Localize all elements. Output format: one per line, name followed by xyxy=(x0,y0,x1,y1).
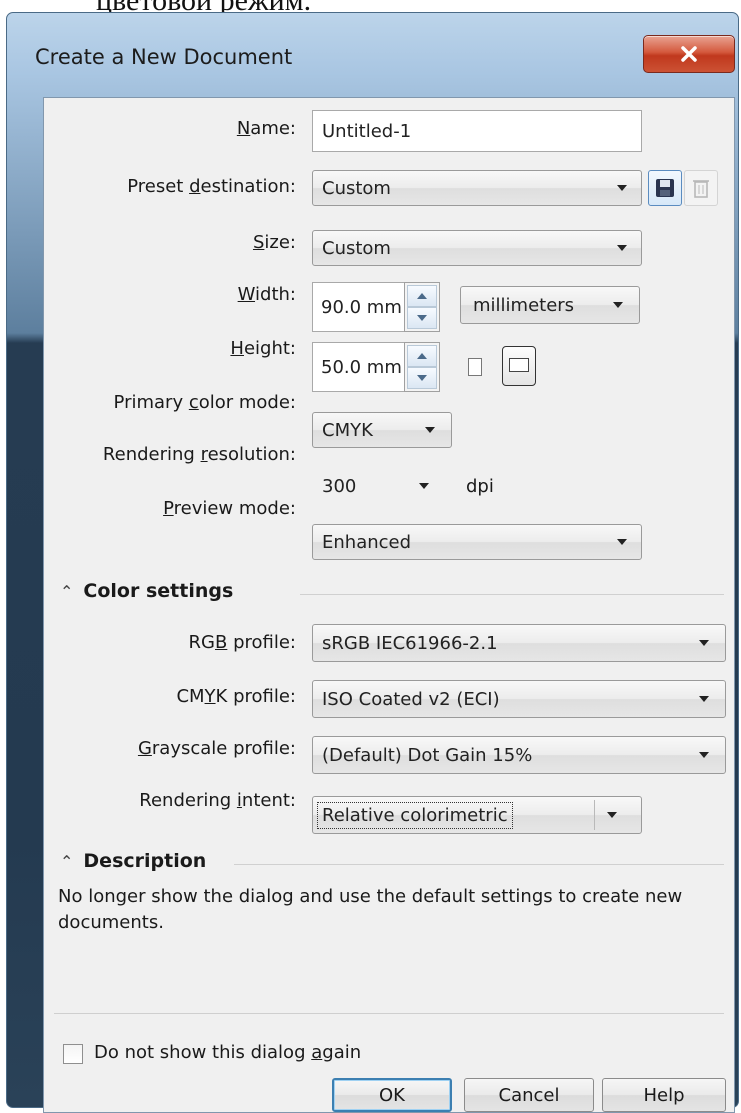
width-increment-button[interactable] xyxy=(407,285,437,307)
description-text: No longer show the dialog and use the de… xyxy=(58,886,683,933)
size-label: Size: xyxy=(252,232,296,253)
preview-mode-label: Preview mode: xyxy=(163,498,296,519)
ok-button[interactable]: OK xyxy=(332,1078,452,1112)
height-stepper[interactable] xyxy=(404,342,440,392)
cancel-button[interactable]: Cancel xyxy=(464,1078,594,1112)
chevron-down-icon xyxy=(617,539,627,545)
width-decrement-button[interactable] xyxy=(407,307,437,329)
grayscale-profile-label: Grayscale profile: xyxy=(137,738,296,759)
chevron-down-icon xyxy=(607,812,617,818)
save-preset-button[interactable] xyxy=(648,170,682,206)
rendering-resolution-label: Rendering resolution: xyxy=(102,444,296,465)
section-divider xyxy=(234,864,724,865)
description-header[interactable]: ⌃ Description xyxy=(60,850,206,872)
dpi-unit-label: dpi xyxy=(466,476,494,497)
height-increment-button[interactable] xyxy=(407,345,437,367)
close-button[interactable] xyxy=(643,35,735,73)
grayscale-profile-dropdown[interactable]: (Default) Dot Gain 15% xyxy=(312,736,726,774)
primary-color-mode-label: Primary color mode: xyxy=(113,392,296,413)
dont-show-again-label[interactable]: Do not show this dialog again xyxy=(94,1042,361,1063)
chevron-down-icon xyxy=(613,302,623,308)
help-button[interactable]: Help xyxy=(602,1078,726,1112)
landscape-icon xyxy=(509,358,529,372)
chevron-down-icon xyxy=(617,185,627,191)
chevron-down-icon xyxy=(419,483,429,489)
width-input[interactable]: 90.0 mm xyxy=(312,282,408,332)
dialog-body: Name: Untitled-1 Preset destination: Cus… xyxy=(43,97,735,1113)
section-divider xyxy=(300,594,724,595)
collapse-chevron-icon: ⌃ xyxy=(60,582,74,601)
dropdown-divider xyxy=(594,800,595,830)
portrait-button[interactable] xyxy=(468,358,482,376)
dialog-window: Create a New Document Name: Untitled-1 P… xyxy=(6,12,739,1113)
footer-separator xyxy=(54,1013,724,1014)
preset-destination-label: Preset destination: xyxy=(127,176,296,197)
arrow-up-icon xyxy=(417,293,427,299)
chevron-down-icon xyxy=(617,245,627,251)
cmyk-profile-dropdown[interactable]: ISO Coated v2 (ECI) xyxy=(312,680,726,718)
arrow-down-icon xyxy=(417,315,427,321)
size-dropdown[interactable]: Custom xyxy=(312,230,642,266)
save-icon xyxy=(656,179,674,197)
close-icon xyxy=(681,46,697,62)
preview-mode-dropdown[interactable]: Enhanced xyxy=(312,524,642,560)
rgb-profile-label: RGB profile: xyxy=(188,632,296,653)
color-mode-dropdown[interactable]: CMYK xyxy=(312,412,452,448)
rendering-intent-label: Rendering intent: xyxy=(139,790,296,811)
delete-icon xyxy=(693,180,709,198)
chevron-down-icon xyxy=(699,696,709,702)
name-label: Name: xyxy=(236,118,296,139)
chevron-down-icon xyxy=(699,640,709,646)
chevron-down-icon xyxy=(699,752,709,758)
resolution-dropdown[interactable]: 300 xyxy=(312,468,452,504)
height-label: Height: xyxy=(230,338,296,359)
arrow-up-icon xyxy=(417,353,427,359)
preset-destination-dropdown[interactable]: Custom xyxy=(312,170,642,206)
rgb-profile-dropdown[interactable]: sRGB IEC61966-2.1 xyxy=(312,624,726,662)
landscape-button[interactable] xyxy=(502,346,536,386)
dont-show-again-checkbox[interactable] xyxy=(63,1044,83,1064)
height-input[interactable]: 50.0 mm xyxy=(312,342,408,392)
name-input[interactable]: Untitled-1 xyxy=(312,110,642,152)
dialog-title: Create a New Document xyxy=(35,45,293,69)
color-settings-header[interactable]: ⌃ Color settings xyxy=(60,580,233,602)
rendering-intent-dropdown[interactable]: Relative colorimetric xyxy=(312,796,642,834)
units-dropdown[interactable]: millimeters xyxy=(460,286,640,324)
arrow-down-icon xyxy=(417,375,427,381)
width-stepper[interactable] xyxy=(404,282,440,332)
delete-preset-button[interactable] xyxy=(684,170,718,206)
cmyk-profile-label: CMYK profile: xyxy=(176,686,296,707)
collapse-chevron-icon: ⌃ xyxy=(60,852,74,871)
chevron-down-icon xyxy=(425,427,435,433)
width-label: Width: xyxy=(237,284,296,305)
height-decrement-button[interactable] xyxy=(407,367,437,389)
